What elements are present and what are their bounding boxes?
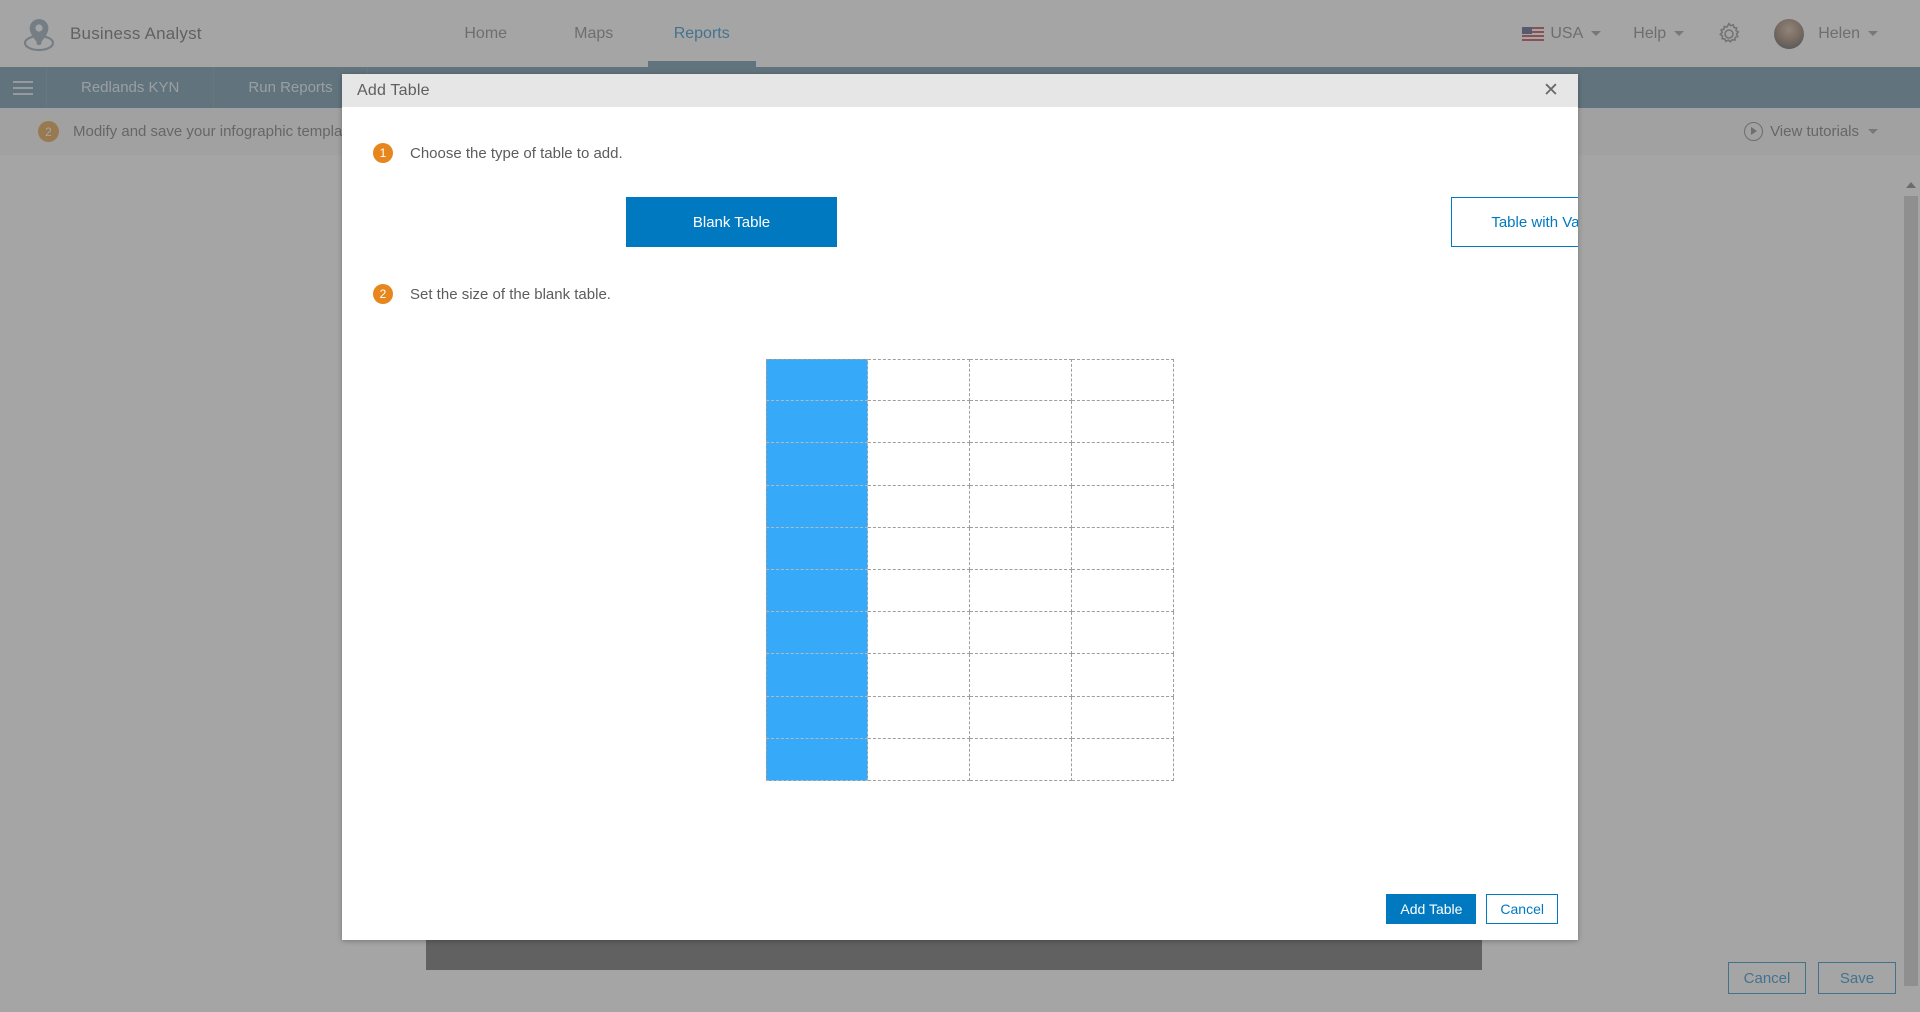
size-grid-cell[interactable]: [868, 443, 970, 486]
size-grid-cell[interactable]: [868, 401, 970, 444]
size-grid-cell[interactable]: [868, 654, 970, 697]
size-grid[interactable]: [766, 359, 1174, 781]
table-size-picker[interactable]: [766, 359, 1174, 781]
dialog-cancel-button[interactable]: Cancel: [1486, 894, 1558, 924]
step-2-label: Set the size of the blank table.: [410, 285, 611, 303]
size-grid-cell[interactable]: [766, 401, 868, 444]
size-grid-cell[interactable]: [868, 612, 970, 655]
add-table-button[interactable]: Add Table: [1386, 894, 1477, 924]
size-grid-cell[interactable]: [970, 485, 1072, 528]
dialog-footer: Add Table Cancel: [1386, 894, 1558, 924]
size-grid-cell[interactable]: [970, 738, 1072, 781]
size-grid-cell[interactable]: [868, 738, 970, 781]
size-grid-cell[interactable]: [766, 738, 868, 781]
size-grid-cell[interactable]: [1072, 485, 1174, 528]
dialog-step-2: 2 Set the size of the blank table.: [373, 284, 611, 304]
close-icon[interactable]: ✕: [1534, 74, 1568, 107]
size-grid-cell[interactable]: [766, 485, 868, 528]
size-grid-cell[interactable]: [970, 401, 1072, 444]
size-grid-cell[interactable]: [970, 527, 1072, 570]
size-grid-cell[interactable]: [1072, 570, 1174, 613]
size-grid-cell[interactable]: [1072, 401, 1174, 444]
size-grid-cell[interactable]: [766, 570, 868, 613]
size-grid-cell[interactable]: [970, 654, 1072, 697]
dialog-body: 1 Choose the type of table to add. Blank…: [342, 107, 1578, 940]
size-grid-cell[interactable]: [868, 527, 970, 570]
size-grid-cell[interactable]: [970, 612, 1072, 655]
size-grid-cell[interactable]: [766, 612, 868, 655]
size-grid-cell[interactable]: [766, 443, 868, 486]
size-grid-cell[interactable]: [1072, 654, 1174, 697]
size-grid-cell[interactable]: [766, 696, 868, 739]
size-grid-cell[interactable]: [970, 443, 1072, 486]
size-grid-cell[interactable]: [970, 696, 1072, 739]
step-1-label: Choose the type of table to add.: [410, 144, 623, 162]
table-type-options: Blank Table Table with Variables: [342, 197, 1578, 252]
size-grid-cell[interactable]: [868, 485, 970, 528]
size-grid-cell[interactable]: [868, 696, 970, 739]
dialog-step-1: 1 Choose the type of table to add.: [373, 143, 623, 163]
size-grid-cell[interactable]: [766, 654, 868, 697]
blank-table-option[interactable]: Blank Table: [626, 197, 837, 247]
size-grid-cell[interactable]: [1072, 738, 1174, 781]
size-grid-cell[interactable]: [1072, 443, 1174, 486]
size-grid-cell[interactable]: [970, 359, 1072, 402]
size-grid-cell[interactable]: [868, 570, 970, 613]
dialog-title: Add Table: [357, 81, 430, 99]
step-2-number: 2: [373, 284, 393, 304]
size-grid-cell[interactable]: [1072, 612, 1174, 655]
size-grid-cell[interactable]: [868, 359, 970, 402]
size-grid-cell[interactable]: [1072, 696, 1174, 739]
size-grid-cell[interactable]: [1072, 359, 1174, 402]
size-grid-cell[interactable]: [970, 570, 1072, 613]
size-grid-cell[interactable]: [766, 527, 868, 570]
app-root: Business Analyst Home Maps Reports USA H…: [0, 0, 1920, 1012]
size-grid-cell[interactable]: [766, 359, 868, 402]
size-grid-cell[interactable]: [1072, 527, 1174, 570]
dialog-title-bar: Add Table ✕: [342, 74, 1578, 107]
step-1-number: 1: [373, 143, 393, 163]
table-with-variables-option[interactable]: Table with Variables: [1451, 197, 1578, 247]
add-table-dialog: Add Table ✕ 1 Choose the type of table t…: [342, 74, 1578, 940]
